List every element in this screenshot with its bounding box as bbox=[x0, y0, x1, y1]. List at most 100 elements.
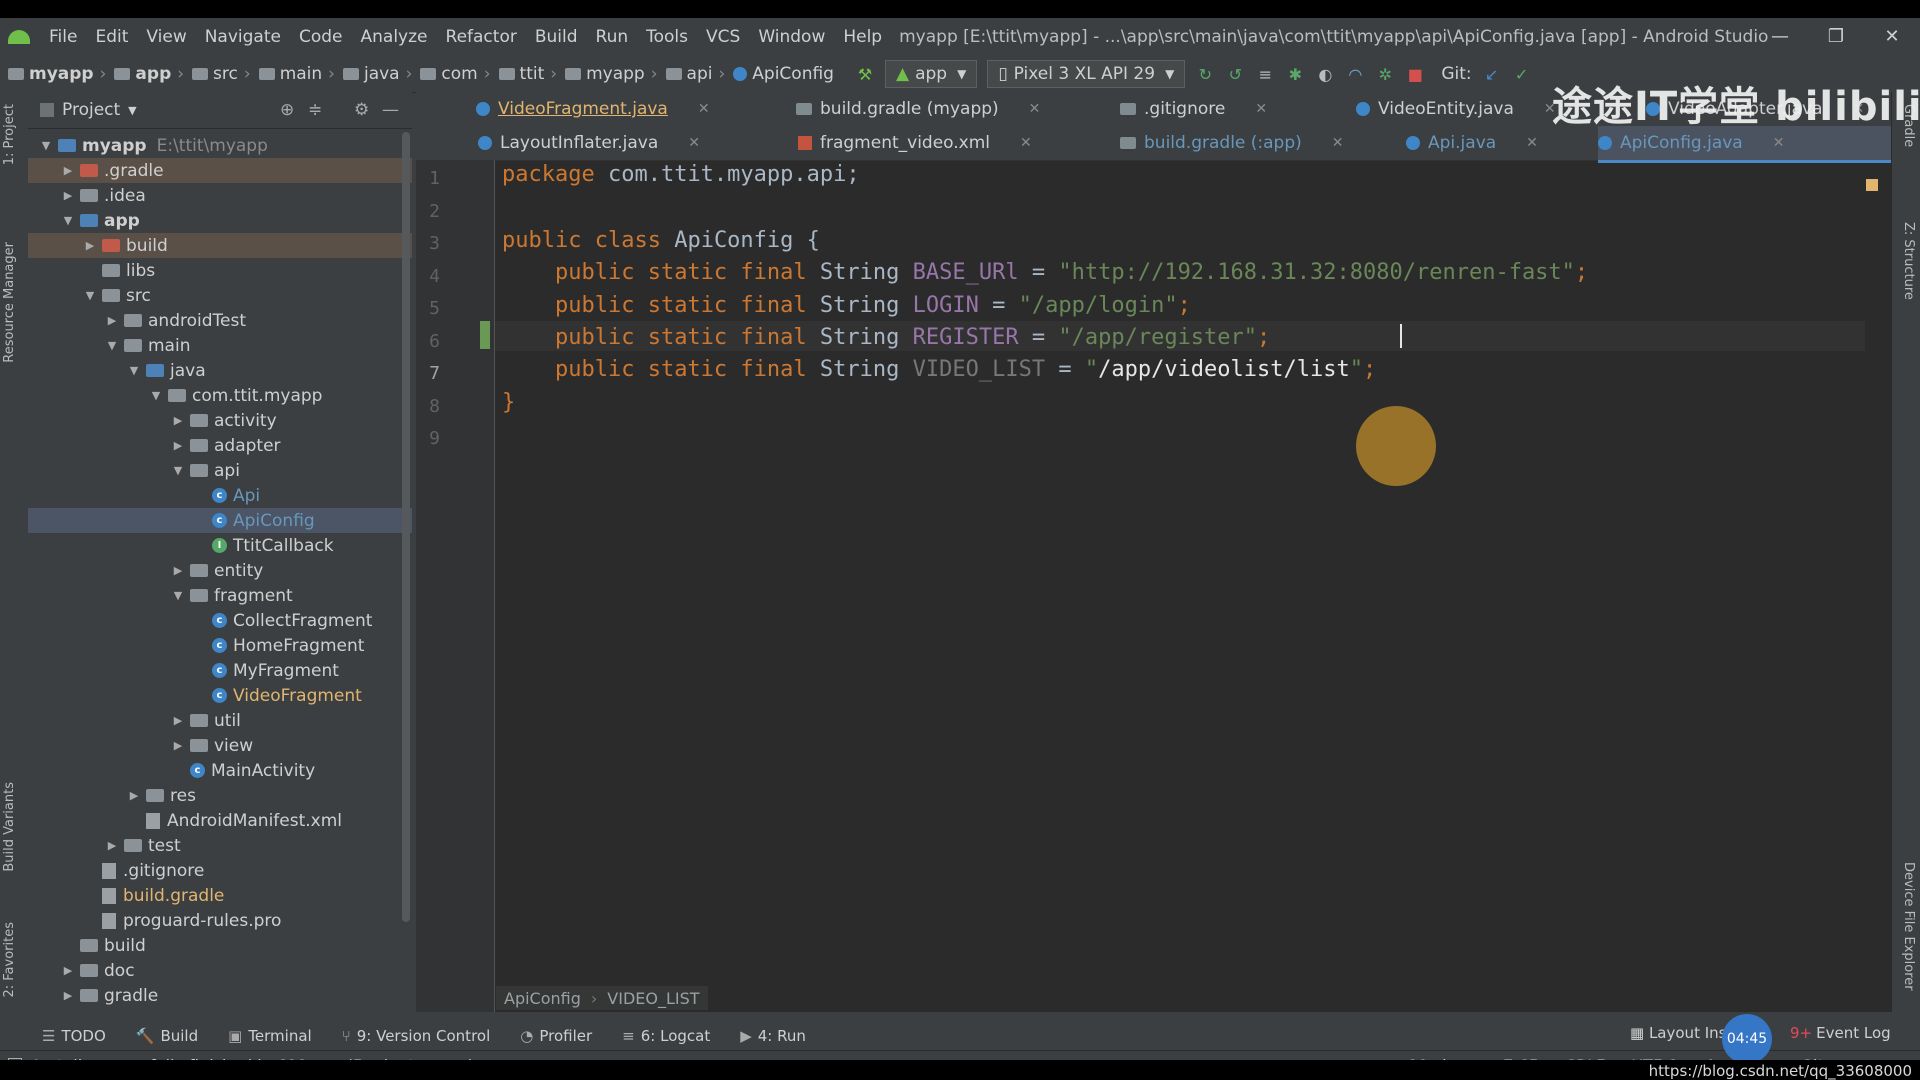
chevron-right-icon[interactable]: ▶ bbox=[126, 789, 142, 802]
chevron-right-icon[interactable]: ▶ bbox=[170, 414, 186, 427]
close-icon[interactable]: ✕ bbox=[698, 101, 710, 117]
debug-icon[interactable]: ✱ bbox=[1285, 64, 1305, 84]
side-tab-favorites[interactable]: 2: Favorites bbox=[2, 922, 17, 998]
tree-node[interactable]: build bbox=[28, 933, 412, 958]
side-tab-resource-manager[interactable]: Resource Manager bbox=[2, 242, 17, 363]
tree-node[interactable]: ▶ build bbox=[28, 233, 412, 258]
tree-node[interactable]: c VideoFragment bbox=[28, 683, 412, 708]
tree-node[interactable]: ▼ src bbox=[28, 283, 412, 308]
side-tab-structure[interactable]: Z: Structure bbox=[1901, 222, 1916, 300]
breadcrumb-app[interactable]: app › bbox=[106, 64, 184, 84]
chevron-right-icon[interactable]: ▶ bbox=[104, 314, 120, 327]
side-tab-build-variants[interactable]: Build Variants bbox=[2, 782, 17, 872]
menu-run[interactable]: Run bbox=[587, 27, 638, 47]
tree-node[interactable]: ▶ doc bbox=[28, 958, 412, 983]
tool-tab[interactable]: ⑂ 9: Version Control bbox=[342, 1027, 491, 1045]
coverage-icon[interactable]: ≡ bbox=[1255, 64, 1275, 84]
tree-node[interactable]: ▶ view bbox=[28, 733, 412, 758]
project-scrollbar[interactable] bbox=[402, 132, 410, 922]
breadcrumb-apiconfig[interactable]: ApiConfig bbox=[725, 64, 834, 84]
menu-edit[interactable]: Edit bbox=[86, 27, 137, 47]
close-icon[interactable]: ✕ bbox=[1773, 135, 1785, 151]
tree-node[interactable]: ▼ myapp E:\ttit\myapp bbox=[28, 133, 412, 158]
tree-node[interactable]: .gitignore bbox=[28, 858, 412, 883]
breadcrumb-ttit[interactable]: ttit › bbox=[491, 64, 557, 84]
breadcrumb-myapp[interactable]: myapp › bbox=[0, 64, 106, 84]
tree-node[interactable]: ▼ app bbox=[28, 208, 412, 233]
menu-file[interactable]: File bbox=[40, 27, 86, 47]
code-editor[interactable]: package com.ttit.myapp.api; public class… bbox=[502, 160, 1588, 415]
close-icon[interactable]: ✕ bbox=[1332, 135, 1344, 151]
close-icon[interactable]: ✕ bbox=[1029, 101, 1041, 117]
menu-navigate[interactable]: Navigate bbox=[196, 27, 290, 47]
gear-icon[interactable]: ⚙ bbox=[354, 100, 369, 120]
chevron-down-icon[interactable]: ▼ bbox=[38, 139, 54, 152]
breadcrumb-myapp-pkg[interactable]: myapp › bbox=[557, 64, 658, 84]
chevron-right-icon[interactable]: ▶ bbox=[60, 164, 76, 177]
editor-tab[interactable]: VideoFragment.java ✕ bbox=[476, 92, 710, 126]
tree-node[interactable]: ▶ .idea bbox=[28, 183, 412, 208]
tool-tab[interactable]: 🔨 Build bbox=[136, 1027, 198, 1045]
chevron-down-icon[interactable]: ▼ bbox=[128, 104, 136, 117]
breadcrumb-api[interactable]: api › bbox=[658, 64, 725, 84]
collapse-all-icon[interactable]: ≑ bbox=[308, 100, 322, 120]
side-tab-device-file-explorer[interactable]: Device File Explorer bbox=[1901, 862, 1916, 991]
tree-node[interactable]: libs bbox=[28, 258, 412, 283]
tree-node[interactable]: ▶ res bbox=[28, 783, 412, 808]
tree-node[interactable]: AndroidManifest.xml bbox=[28, 808, 412, 833]
editor-tab[interactable]: Api.java ✕ bbox=[1406, 126, 1538, 160]
tree-node[interactable]: c MyFragment bbox=[28, 658, 412, 683]
tree-node[interactable]: ▶ entity bbox=[28, 558, 412, 583]
editor-tab[interactable]: build.gradle (myapp) ✕ bbox=[796, 92, 1040, 126]
chevron-down-icon[interactable]: ▼ bbox=[148, 389, 164, 402]
tool-tab[interactable]: ☰ TODO bbox=[42, 1027, 106, 1045]
side-tab-project[interactable]: 1: Project bbox=[2, 104, 17, 165]
tree-node[interactable]: ▶ test bbox=[28, 833, 412, 858]
tree-node[interactable]: c CollectFragment bbox=[28, 608, 412, 633]
close-icon[interactable]: ✕ bbox=[1255, 101, 1267, 117]
profile-icon[interactable]: ◠ bbox=[1345, 64, 1365, 84]
device-select[interactable]: ▯ Pixel 3 XL API 29 ▼ bbox=[987, 60, 1186, 88]
locate-icon[interactable]: ⊕ bbox=[280, 100, 294, 120]
breadcrumb-java[interactable]: java › bbox=[335, 64, 412, 84]
tool-tab[interactable]: ◔ Profiler bbox=[520, 1027, 592, 1045]
tree-node[interactable]: c MainActivity bbox=[28, 758, 412, 783]
git-update-icon[interactable]: ↙ bbox=[1482, 64, 1502, 84]
run-config-select[interactable]: ▲ app ▼ bbox=[885, 60, 978, 88]
tree-node[interactable]: ▼ java bbox=[28, 358, 412, 383]
breadcrumb-com[interactable]: com › bbox=[412, 64, 491, 84]
tree-node[interactable]: build.gradle bbox=[28, 883, 412, 908]
tree-node[interactable]: ▶ adapter bbox=[28, 433, 412, 458]
attach-debugger-icon[interactable]: ✲ bbox=[1375, 64, 1395, 84]
chevron-down-icon[interactable]: ▼ bbox=[82, 289, 98, 302]
tree-node[interactable]: ▶ util bbox=[28, 708, 412, 733]
chevron-down-icon[interactable]: ▼ bbox=[60, 214, 76, 227]
stop-icon[interactable]: ■ bbox=[1405, 64, 1425, 84]
chevron-right-icon[interactable]: ▶ bbox=[60, 189, 76, 202]
chevron-right-icon[interactable]: ▶ bbox=[170, 564, 186, 577]
minimize-icon[interactable]: — bbox=[1752, 18, 1808, 56]
menu-tools[interactable]: Tools bbox=[637, 27, 697, 47]
tree-node[interactable]: c HomeFragment bbox=[28, 633, 412, 658]
warning-marker-icon[interactable] bbox=[1866, 179, 1878, 191]
hammer-icon[interactable]: ⚒ bbox=[855, 64, 875, 84]
menu-help[interactable]: Help bbox=[834, 27, 891, 47]
tree-node[interactable]: ▼ com.ttit.myapp bbox=[28, 383, 412, 408]
chevron-down-icon[interactable]: ▼ bbox=[126, 364, 142, 377]
breadcrumb-src[interactable]: src › bbox=[184, 64, 251, 84]
project-view-select[interactable]: Project bbox=[62, 100, 120, 120]
tree-node[interactable]: ▼ main bbox=[28, 333, 412, 358]
tree-node[interactable]: I TtitCallback bbox=[28, 533, 412, 558]
tree-node[interactable]: ▼ fragment bbox=[28, 583, 412, 608]
editor-breadcrumb-field[interactable]: VIDEO_LIST bbox=[607, 989, 699, 1008]
tree-node[interactable]: ▼ api bbox=[28, 458, 412, 483]
menu-build[interactable]: Build bbox=[526, 27, 587, 47]
chevron-down-icon[interactable]: ▼ bbox=[170, 464, 186, 477]
close-icon[interactable]: ✕ bbox=[688, 135, 700, 151]
menu-window[interactable]: Window bbox=[749, 27, 834, 47]
restore-icon[interactable]: ❐ bbox=[1808, 18, 1864, 56]
chevron-right-icon[interactable]: ▶ bbox=[170, 439, 186, 452]
chevron-right-icon[interactable]: ▶ bbox=[170, 714, 186, 727]
attach-icon[interactable]: ◐ bbox=[1315, 64, 1335, 84]
tree-node[interactable]: ▶ .gradle bbox=[28, 158, 412, 183]
